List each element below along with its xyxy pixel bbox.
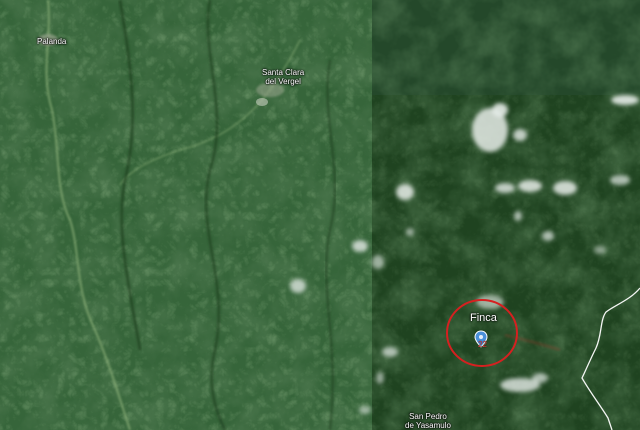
place-name-line2: del Vergel [265,77,301,86]
place-label-san-pedro[interactable]: San Pedro de Yasamulo [405,412,451,430]
satellite-terrain [0,0,640,430]
place-name: Palanda [37,37,67,46]
marker-label[interactable]: Finca [470,312,497,324]
marker-sublabel: 22 [478,340,487,349]
place-name-line1: Santa Clara [262,68,305,77]
place-name-line1: San Pedro [409,412,447,421]
place-name-line2: de Yasamulo [405,421,451,430]
satellite-map[interactable]: Palanda Santa Clara del Vergel San Pedro… [0,0,640,430]
place-label-palanda[interactable]: Palanda [37,37,66,46]
place-label-santa-clara[interactable]: Santa Clara del Vergel [262,68,304,86]
